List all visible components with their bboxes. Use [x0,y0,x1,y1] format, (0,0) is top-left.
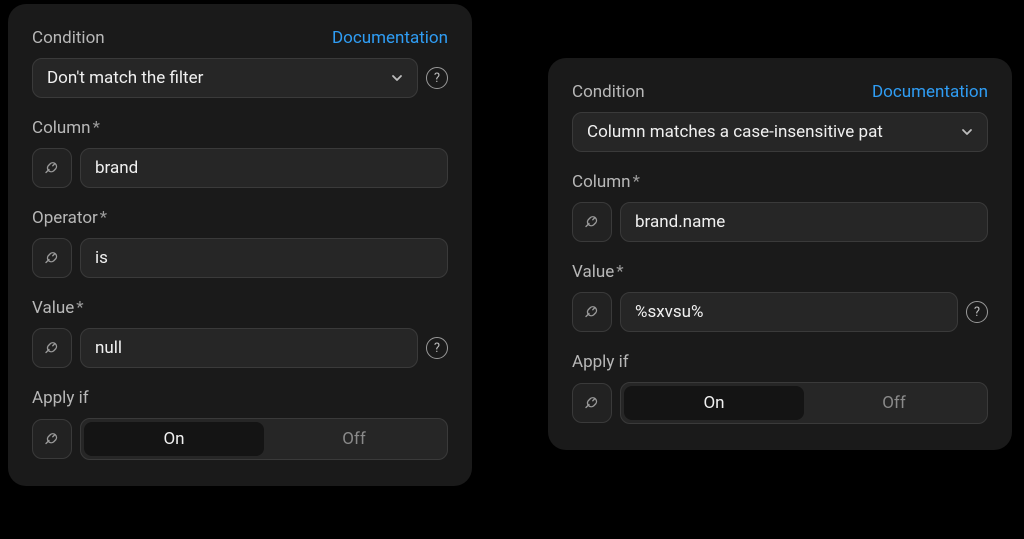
value-input[interactable] [620,292,958,332]
toggle-off[interactable]: Off [804,386,984,420]
condition-label: Condition [572,82,645,102]
chevron-down-icon [961,126,973,138]
column-plug-button[interactable] [32,148,72,188]
column-label: Column* [572,172,988,192]
column-input[interactable] [620,202,988,242]
plug-icon [43,430,61,448]
plug-icon [43,339,61,357]
toggle-on[interactable]: On [624,386,804,420]
plug-icon [43,159,61,177]
plug-icon [583,213,601,231]
operator-label: Operator* [32,208,448,228]
plug-icon [43,249,61,267]
value-input[interactable] [80,328,418,368]
apply-if-plug-button[interactable] [572,383,612,423]
condition-label: Condition [32,28,105,48]
operator-input[interactable] [80,238,448,278]
condition-select[interactable]: Column matches a case-insensitive pat [572,112,988,152]
apply-if-label: Apply if [572,352,988,372]
filter-panel-left: Condition Documentation Don't match the … [8,4,472,486]
column-input[interactable] [80,148,448,188]
toggle-off[interactable]: Off [264,422,444,456]
documentation-link[interactable]: Documentation [872,82,988,102]
condition-select-value: Column matches a case-insensitive pat [587,122,953,142]
column-label: Column* [32,118,448,138]
condition-select[interactable]: Don't match the filter [32,58,418,98]
value-plug-button[interactable] [32,328,72,368]
condition-select-value: Don't match the filter [47,68,383,88]
filter-panel-right: Condition Documentation Column matches a… [548,58,1012,450]
condition-header: Condition Documentation [572,82,988,102]
plug-icon [583,303,601,321]
operator-plug-button[interactable] [32,238,72,278]
value-help-icon[interactable]: ? [426,337,448,359]
chevron-down-icon [391,72,403,84]
plug-icon [583,394,601,412]
value-label: Value* [572,262,988,282]
value-plug-button[interactable] [572,292,612,332]
condition-help-icon[interactable]: ? [426,67,448,89]
toggle-on[interactable]: On [84,422,264,456]
condition-header: Condition Documentation [32,28,448,48]
documentation-link[interactable]: Documentation [332,28,448,48]
apply-if-toggle[interactable]: On Off [620,382,988,424]
apply-if-plug-button[interactable] [32,419,72,459]
apply-if-label: Apply if [32,388,448,408]
column-plug-button[interactable] [572,202,612,242]
value-label: Value* [32,298,448,318]
apply-if-toggle[interactable]: On Off [80,418,448,460]
value-help-icon[interactable]: ? [966,301,988,323]
